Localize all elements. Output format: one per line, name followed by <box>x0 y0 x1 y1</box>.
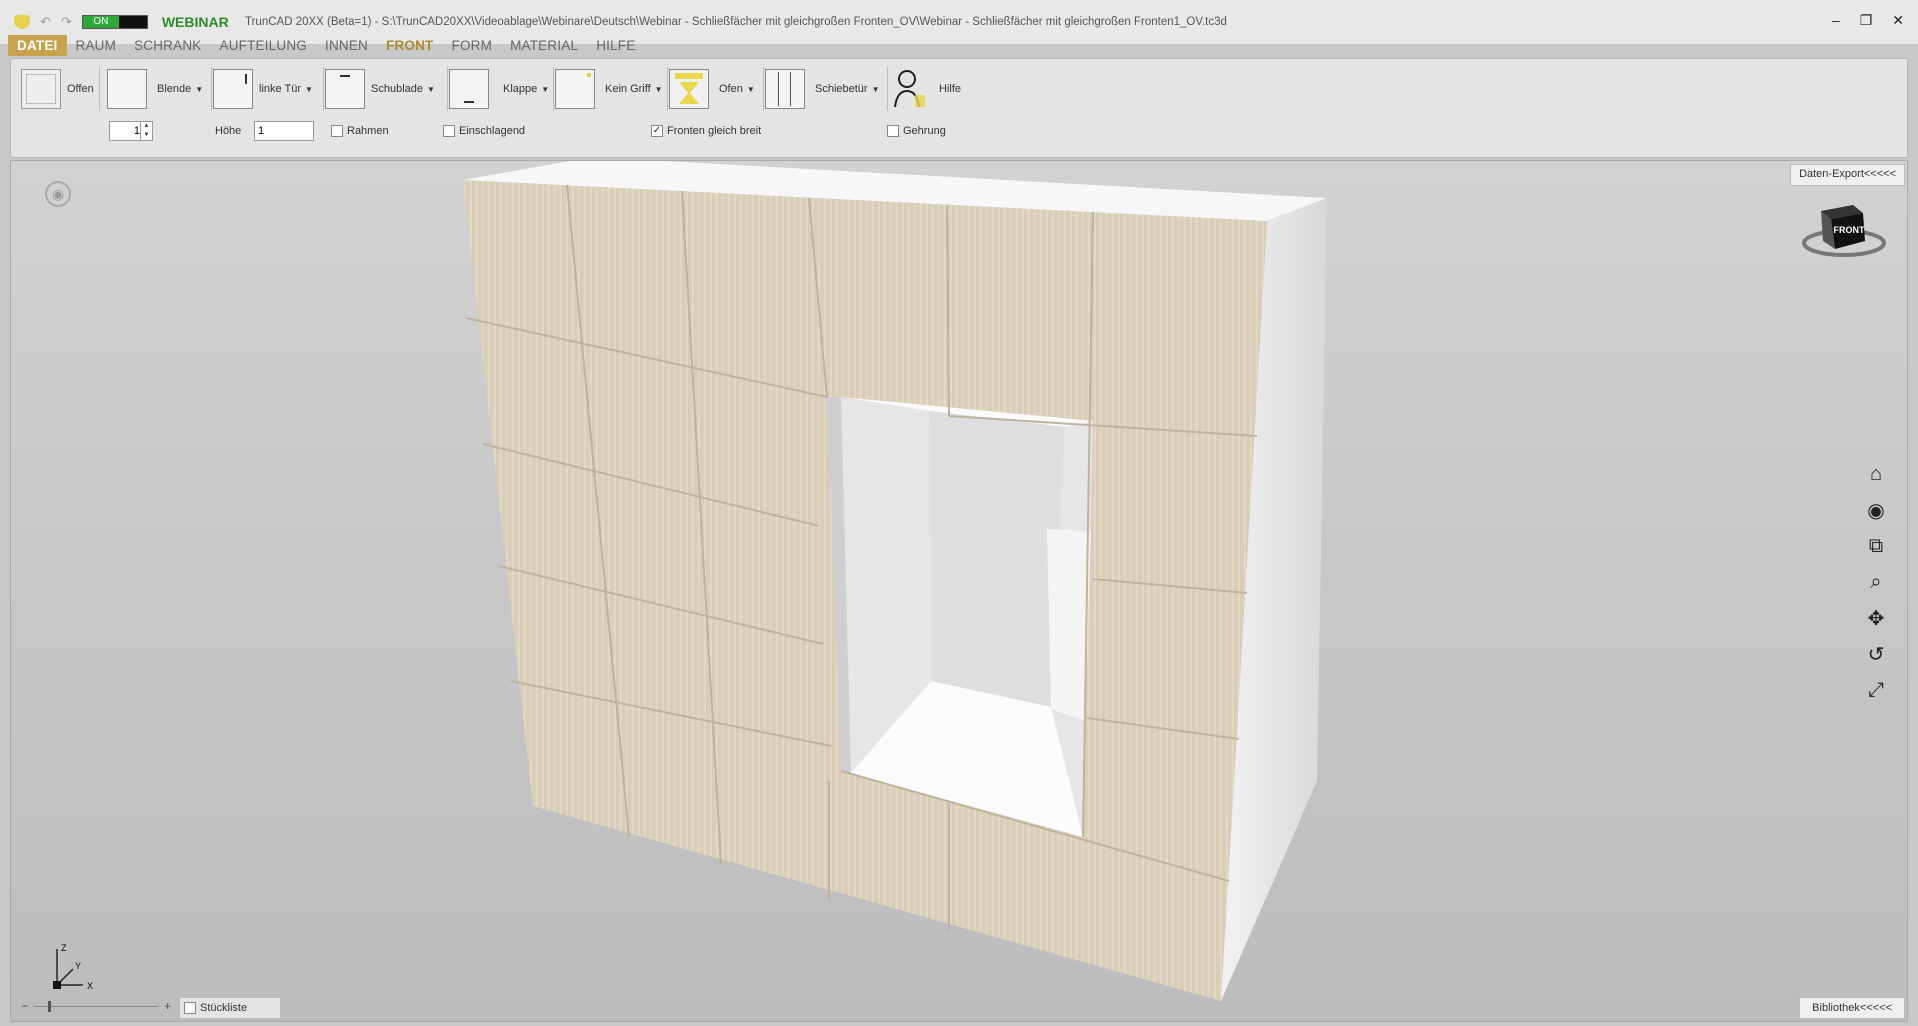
blende-icon <box>107 69 147 109</box>
zoom-out-icon[interactable]: − <box>21 999 28 1013</box>
menu-raum[interactable]: RAUM <box>67 35 126 56</box>
tool-blende[interactable]: Blende ▼ <box>107 67 203 111</box>
gehrung-checkbox[interactable]: Gehrung <box>887 125 946 137</box>
menu-aufteilung[interactable]: AUFTEILUNG <box>210 35 316 56</box>
navigation-cube[interactable]: FRONT <box>1801 191 1887 261</box>
menu-form[interactable]: FORM <box>443 35 502 56</box>
chevron-down-icon[interactable]: ▼ <box>655 85 663 94</box>
tool-kein-griff[interactable]: Kein Griff ▼ <box>555 67 663 111</box>
axis-indicator: Z Y X <box>53 943 93 991</box>
tool-linke-tuer[interactable]: linke Tür ▼ <box>213 67 313 111</box>
window-title: TrunCAD 20XX (Beta=1) - S:\TrunCAD20XX\V… <box>245 16 1227 28</box>
menu-front[interactable]: FRONT <box>377 35 443 56</box>
chevron-down-icon[interactable]: ▼ <box>872 85 880 94</box>
menu-material[interactable]: MATERIAL <box>501 35 587 56</box>
app-mode-label: WEBINAR <box>161 14 229 30</box>
axis-y-label: Y <box>75 961 81 971</box>
zoom-slider[interactable]: − + <box>21 995 171 1017</box>
redo-icon[interactable]: ↷ <box>61 14 72 30</box>
daten-export-button[interactable]: Daten-Export<<<<< <box>1790 164 1905 186</box>
axis-x-label: X <box>87 981 93 991</box>
cabinet-model[interactable] <box>11 161 1908 1022</box>
chevron-down-icon[interactable]: ▼ <box>195 85 203 94</box>
menu-datei[interactable]: DATEI <box>8 34 67 56</box>
look-around-icon[interactable]: ◉ <box>1863 497 1889 523</box>
hoehe-input[interactable] <box>254 121 314 141</box>
door-left-icon <box>213 69 253 109</box>
zoom-knob[interactable] <box>48 1000 52 1012</box>
chevron-down-icon[interactable]: ▼ <box>541 85 549 94</box>
visibility-eye-icon[interactable]: ◉ <box>45 181 71 207</box>
tool-offen[interactable]: Offen <box>21 67 94 111</box>
tool-hilfe[interactable]: Hilfe <box>891 67 961 111</box>
check-icon[interactable]: ✓ <box>651 125 663 137</box>
chevron-down-icon[interactable]: ▼ <box>305 85 313 94</box>
toggle-on-label: ON <box>82 16 119 28</box>
bibliothek-button[interactable]: Bibliothek<<<<< <box>1799 997 1905 1019</box>
drawer-icon <box>325 69 365 109</box>
tool-ofen[interactable]: Ofen ▼ <box>669 67 755 111</box>
stueckliste-checkbox[interactable]: Stückliste <box>179 997 281 1019</box>
menu-hilfe[interactable]: HILFE <box>587 35 644 56</box>
tool-schiebetuer[interactable]: Schiebetür ▼ <box>765 67 880 111</box>
app-logo-icon <box>14 15 30 29</box>
home-icon[interactable]: ⌂ <box>1863 461 1889 487</box>
minimize-button[interactable]: – <box>1832 12 1840 29</box>
oven-icon <box>669 69 709 109</box>
stepper-down-icon[interactable]: ▼ <box>141 131 152 140</box>
quick-access-toolbar: ↶ ↷ ON WEBINAR <box>14 14 229 30</box>
count-input[interactable] <box>110 122 140 140</box>
zoom-icon[interactable]: ⌕ <box>1863 569 1889 595</box>
navcube-front-label: FRONT <box>1834 225 1865 235</box>
ribbon-front: Offen Blende ▼ linke Tür ▼ Schublade ▼ K… <box>10 58 1908 158</box>
flap-icon <box>449 69 489 109</box>
3d-viewport[interactable]: ◉ Daten-Export<<<<< FRONT ⌂ ◉ ⧉ ⌕ ✥ ↺ ⤢ … <box>10 160 1908 1022</box>
rahmen-checkbox[interactable]: Rahmen <box>331 125 389 137</box>
einschlagend-checkbox[interactable]: Einschlagend <box>443 125 525 137</box>
chevron-down-icon[interactable]: ▼ <box>427 85 435 94</box>
chevron-down-icon[interactable]: ▼ <box>747 85 755 94</box>
fronten-gleich-breit-checkbox[interactable]: ✓ Fronten gleich breit <box>651 125 761 137</box>
tool-schublade[interactable]: Schublade ▼ <box>325 67 435 111</box>
count-stepper[interactable]: ▲▼ <box>109 121 153 141</box>
menu-schrank[interactable]: SCHRANK <box>125 35 210 56</box>
webinar-toggle[interactable]: ON <box>81 15 148 29</box>
help-user-icon <box>894 70 925 108</box>
menu-innen[interactable]: INNEN <box>316 35 377 56</box>
pan-icon[interactable]: ✥ <box>1863 605 1889 631</box>
rotate-icon[interactable]: ↺ <box>1863 641 1889 667</box>
offen-icon <box>21 69 61 109</box>
zoom-in-icon[interactable]: + <box>164 999 171 1013</box>
sliding-door-icon <box>765 69 805 109</box>
no-handle-icon <box>555 69 595 109</box>
menu-bar: DATEI RAUM SCHRANK AUFTEILUNG INNEN FRON… <box>8 34 644 56</box>
tool-klappe[interactable]: Klappe ▼ <box>449 67 549 111</box>
fit-view-icon[interactable]: ⤢ <box>1863 677 1889 703</box>
close-button[interactable]: ✕ <box>1892 12 1904 29</box>
axis-z-label: Z <box>61 943 67 953</box>
stepper-up-icon[interactable]: ▲ <box>141 122 152 131</box>
hoehe-label: Höhe <box>215 125 242 137</box>
zoom-window-icon[interactable]: ⧉ <box>1863 533 1889 559</box>
undo-icon[interactable]: ↶ <box>40 14 51 30</box>
restore-button[interactable]: ❐ <box>1860 12 1873 29</box>
